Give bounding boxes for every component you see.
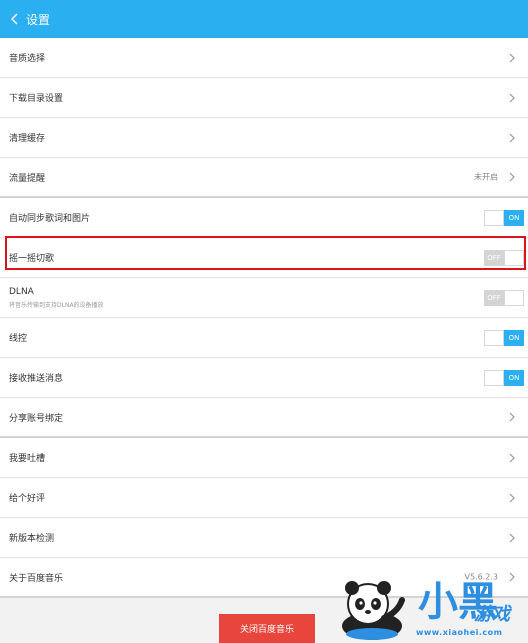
chevron-right-icon <box>508 132 516 144</box>
setting-sublabel: 将音乐传输到支持DLNA的设备播放 <box>9 301 104 309</box>
toggle-state: ON <box>504 329 524 346</box>
watermark-brand-suffix: 游戏 <box>474 604 510 625</box>
chevron-right-icon <box>508 452 516 464</box>
app-header: 设置 <box>0 0 528 38</box>
setting-audio-quality[interactable]: 音质选择 <box>0 38 528 78</box>
watermark-logo: 小黑 游戏 www.xiaohei.com <box>332 574 528 643</box>
setting-label: 给个好评 <box>9 494 46 504</box>
toggle-state: OFF <box>484 289 504 306</box>
watermark-url: www.xiaohei.com <box>416 628 503 637</box>
setting-feedback[interactable]: 我要吐槽 <box>0 438 528 478</box>
setting-label: 摇一摇切歌 <box>9 254 55 264</box>
page-title: 设置 <box>26 12 51 27</box>
dlna-toggle[interactable]: OFF <box>484 289 524 306</box>
setting-shake-switch: 摇一摇切歌 OFF <box>0 238 528 278</box>
back-icon[interactable] <box>4 9 24 29</box>
setting-label: 接收推送消息 <box>9 374 64 384</box>
toggle-knob <box>504 289 524 306</box>
setting-push-messages: 接收推送消息 ON <box>0 358 528 398</box>
auto-sync-toggle[interactable]: ON <box>484 209 524 226</box>
setting-auto-sync-lyrics: 自动同步歌词和图片 ON <box>0 198 528 238</box>
chevron-right-icon <box>508 92 516 104</box>
settings-list: 音质选择 下载目录设置 清理缓存 流量提醒 未开启 自动同步歌词和图片 ON 摇… <box>0 38 528 598</box>
wire-control-toggle[interactable]: ON <box>484 329 524 346</box>
setting-download-dir[interactable]: 下载目录设置 <box>0 78 528 118</box>
toggle-state: ON <box>504 369 524 386</box>
chevron-right-icon <box>508 171 516 183</box>
shake-switch-toggle[interactable]: OFF <box>484 249 524 266</box>
close-app-button[interactable]: 关闭百度音乐 <box>219 614 315 643</box>
chevron-right-icon <box>508 492 516 504</box>
setting-dlna: DLNA 将音乐传输到支持DLNA的设备播放 OFF <box>0 278 528 318</box>
setting-label: 新版本检测 <box>9 534 55 544</box>
setting-label: 关于百度音乐 <box>9 573 64 584</box>
setting-label: 线控 <box>9 334 28 344</box>
setting-check-update[interactable]: 新版本检测 <box>0 518 528 558</box>
chevron-right-icon <box>508 411 516 423</box>
toggle-state: OFF <box>484 249 504 266</box>
chevron-right-icon <box>508 532 516 544</box>
setting-label: 清理缓存 <box>9 134 46 144</box>
setting-label: 我要吐槽 <box>9 454 46 464</box>
setting-value: 未开启 <box>474 172 498 182</box>
push-messages-toggle[interactable]: ON <box>484 369 524 386</box>
toggle-knob <box>484 209 504 226</box>
setting-label: 音质选择 <box>9 54 46 64</box>
setting-label: 自动同步歌词和图片 <box>9 214 91 224</box>
setting-label: 流量提醒 <box>9 173 46 184</box>
toggle-knob <box>484 329 504 346</box>
setting-label: DLNA <box>9 286 34 297</box>
toggle-knob <box>484 369 504 386</box>
setting-rate-app[interactable]: 给个好评 <box>0 478 528 518</box>
panda-icon <box>342 581 405 640</box>
setting-account-binding[interactable]: 分享账号绑定 <box>0 398 528 438</box>
setting-clear-cache[interactable]: 清理缓存 <box>0 118 528 158</box>
setting-data-alert[interactable]: 流量提醒 未开启 <box>0 158 528 198</box>
toggle-knob <box>504 249 524 266</box>
setting-wire-control: 线控 ON <box>0 318 528 358</box>
setting-label: 下载目录设置 <box>9 94 64 104</box>
setting-label: 分享账号绑定 <box>9 413 64 424</box>
chevron-right-icon <box>508 52 516 64</box>
toggle-state: ON <box>504 209 524 226</box>
